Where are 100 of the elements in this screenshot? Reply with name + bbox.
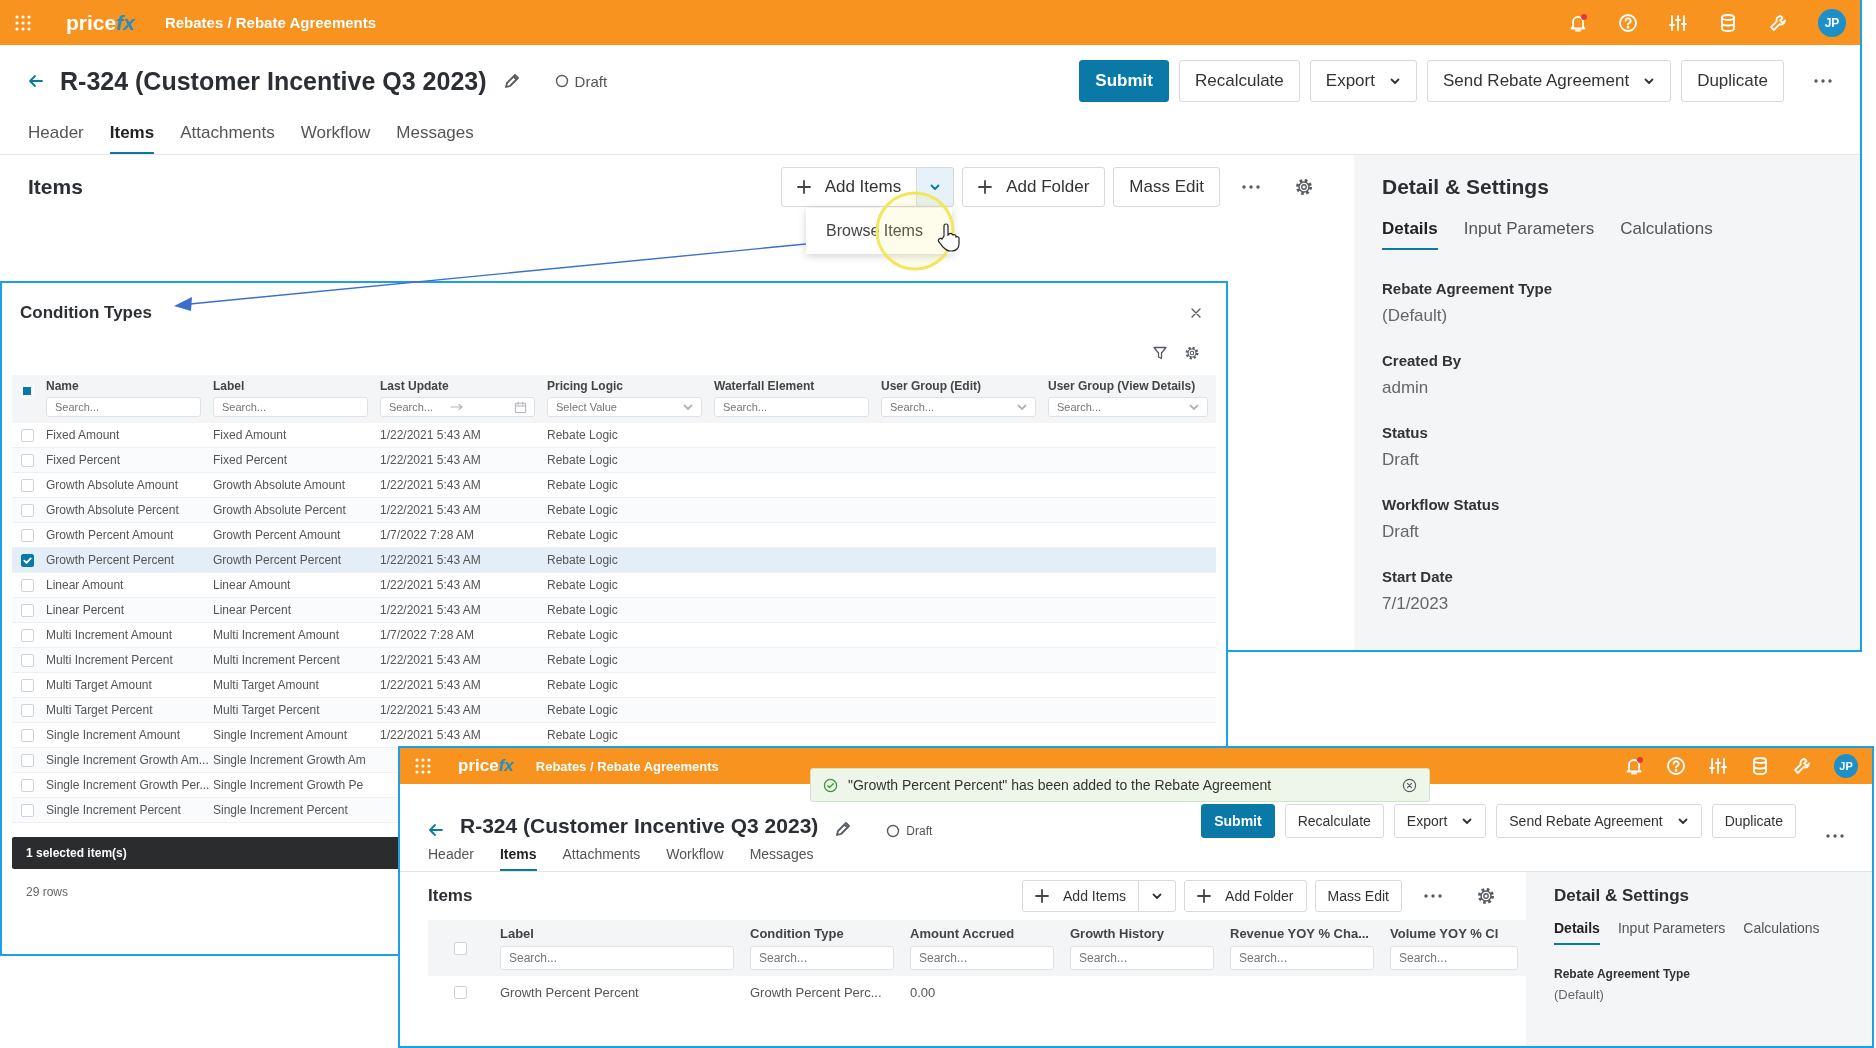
submit-button[interactable]: Submit [1201, 804, 1275, 838]
search-field[interactable]: Search... [46, 397, 201, 417]
column-header[interactable]: User Group (Edit) [881, 379, 1036, 393]
back-arrow-icon[interactable] [428, 822, 444, 838]
settings-icon[interactable] [1294, 177, 1314, 197]
tab[interactable]: Header [428, 842, 474, 871]
dropdown-toggle[interactable] [1139, 880, 1177, 912]
column-header[interactable]: Volume YOY % Cl [1390, 926, 1518, 941]
sliders-icon[interactable] [1708, 756, 1728, 776]
avatar[interactable]: JP [1818, 8, 1846, 37]
select-field[interactable]: Search... [881, 397, 1036, 417]
action-button[interactable]: Send Rebate Agreement [1426, 60, 1672, 102]
add-items-button[interactable]: Add Items [1022, 880, 1140, 912]
column-header[interactable]: Last Update [380, 379, 535, 393]
tab[interactable]: Workflow [666, 842, 724, 871]
settings-icon[interactable] [1184, 345, 1200, 361]
tab[interactable]: Input Parameters [1463, 213, 1595, 250]
search-field[interactable]: Search... [500, 946, 734, 970]
bell-icon[interactable] [1624, 756, 1644, 776]
column-header[interactable]: Growth History [1070, 926, 1214, 941]
tab[interactable]: Input Parameters [1617, 916, 1726, 945]
pencil-icon[interactable] [502, 72, 521, 90]
table-row[interactable]: Linear Percent Linear Percent 1/22/2021 5:43 AM Rebate Logic [12, 598, 1216, 623]
search-field[interactable]: Search... [910, 946, 1054, 970]
tab[interactable]: Attachments [562, 842, 641, 871]
search-field[interactable]: Search... [1070, 946, 1214, 970]
back-arrow-icon[interactable] [28, 73, 44, 89]
tab[interactable]: Attachments [180, 117, 275, 154]
column-header[interactable]: Pricing Logic [547, 379, 702, 393]
table-row[interactable]: Growth Percent Percent Growth Percent Perc... 0.00 [428, 976, 1526, 1009]
dropdown-toggle[interactable] [917, 167, 955, 207]
more-icon[interactable] [1814, 79, 1832, 83]
search-field[interactable]: Search... [1230, 946, 1374, 970]
table-row[interactable]: Fixed Percent Fixed Percent 1/22/2021 5:43 AM Rebate Logic [12, 448, 1216, 473]
tab[interactable]: Calculations [1620, 213, 1713, 250]
column-header[interactable]: Revenue YOY % Cha... [1230, 926, 1374, 941]
checkbox[interactable] [20, 553, 34, 567]
column-header[interactable]: User Group (View Details) [1048, 379, 1208, 393]
column-header[interactable]: Label [500, 926, 734, 941]
add-folder-button[interactable]: Add Folder [962, 167, 1106, 207]
avatar[interactable]: JP [1834, 754, 1858, 778]
tab[interactable]: Messages [749, 842, 814, 871]
column-header[interactable]: Waterfall Element [714, 379, 869, 393]
date-range-field[interactable]: Search... [380, 397, 535, 417]
action-button[interactable]: Duplicate [1681, 60, 1784, 102]
column-header[interactable]: Condition Type [750, 926, 894, 941]
action-button[interactable]: Recalculate [1284, 804, 1384, 838]
action-button[interactable]: Send Rebate Agreement [1496, 804, 1702, 838]
field-value: (Default) [1554, 987, 1605, 1002]
database-icon[interactable] [1718, 12, 1738, 33]
database-icon[interactable] [1750, 756, 1770, 776]
close-icon[interactable] [1402, 777, 1417, 793]
mass-edit-button[interactable]: Mass Edit [1113, 167, 1220, 207]
sliders-icon[interactable] [1668, 12, 1688, 33]
tab[interactable]: Details [1382, 213, 1438, 250]
add-items-button[interactable]: Add Items [780, 167, 918, 207]
tab[interactable]: Header [28, 117, 84, 154]
add-folder-button[interactable]: Add Folder [1184, 880, 1307, 912]
more-icon[interactable] [1424, 894, 1442, 898]
table-row[interactable]: Growth Percent Percent Growth Percent Percent 1/22/2021 5:43 AM Rebate Logic [12, 548, 1216, 573]
mass-edit-button[interactable]: Mass Edit [1314, 880, 1402, 912]
filter-icon[interactable] [1152, 345, 1168, 361]
settings-icon[interactable] [1476, 886, 1496, 906]
table-row[interactable]: Growth Absolute Percent Growth Absolute Percent 1/22/2021 5:43 AM Rebate Logic [12, 498, 1216, 523]
search-field[interactable]: Search... [213, 397, 368, 417]
select-field[interactable]: Search... [1048, 397, 1208, 417]
help-icon[interactable] [1666, 756, 1686, 776]
search-field[interactable]: Search... [1390, 946, 1518, 970]
app-grid-icon[interactable] [414, 757, 432, 775]
action-button[interactable]: Recalculate [1178, 60, 1300, 102]
bell-icon[interactable] [1568, 12, 1588, 33]
action-button[interactable]: Duplicate [1711, 804, 1796, 838]
tab[interactable]: Items [499, 842, 537, 871]
calendar-icon[interactable] [514, 401, 527, 414]
action-button[interactable]: Export [1393, 804, 1487, 838]
column-header[interactable]: Name [46, 379, 201, 393]
wrench-icon[interactable] [1768, 12, 1788, 33]
tab[interactable]: Details [1554, 916, 1600, 945]
action-button[interactable]: Export [1309, 60, 1417, 102]
tab[interactable]: Calculations [1743, 916, 1820, 945]
search-field[interactable]: Search... [714, 397, 869, 417]
column-header[interactable]: Amount Accrued [910, 926, 1054, 941]
help-icon[interactable] [1618, 12, 1638, 33]
app-grid-icon[interactable] [14, 13, 32, 32]
more-icon[interactable] [1242, 185, 1260, 189]
close-icon[interactable] [1190, 307, 1202, 319]
column-header[interactable]: Label [213, 379, 368, 393]
table-row[interactable]: Multi Increment Percent Multi Increment Percent 1/22/2021 5:43 AM Rebate Logic [12, 648, 1216, 673]
panel-title: Detail & Settings [1554, 886, 1691, 906]
submit-button[interactable]: Submit [1079, 60, 1169, 102]
select-field[interactable]: Select Value [547, 397, 702, 417]
wrench-icon[interactable] [1792, 756, 1812, 776]
table-row[interactable]: Multi Target Percent Multi Target Percent 1/22/2021 5:43 AM Rebate Logic [12, 698, 1216, 723]
table-cell-text: Multi Increment Amount [45, 627, 174, 644]
tab[interactable]: Items [109, 117, 155, 154]
tab[interactable]: Workflow [300, 117, 371, 154]
tab[interactable]: Messages [396, 117, 474, 154]
more-icon[interactable] [1826, 834, 1844, 838]
pencil-icon[interactable] [834, 820, 853, 838]
search-field[interactable]: Search... [750, 946, 894, 970]
